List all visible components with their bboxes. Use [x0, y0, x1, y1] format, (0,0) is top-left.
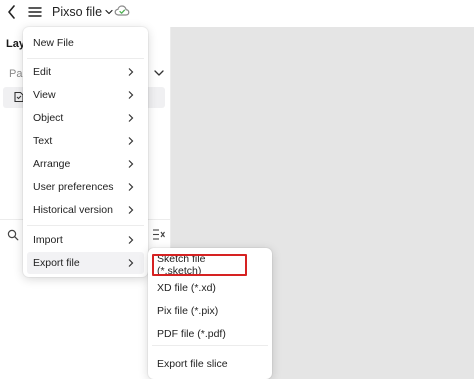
menu-item-edit[interactable]: Edit — [27, 61, 144, 83]
back-button[interactable] — [2, 2, 22, 22]
menu-item-label: Edit — [33, 66, 52, 78]
pixso-editor: Pixso file Layers Pages — [0, 0, 474, 379]
export-file-submenu: Sketch file (*.sketch) XD file (*.xd) Pi… — [148, 248, 272, 379]
chevron-right-icon — [128, 68, 134, 76]
menu-item-label: Historical version — [33, 204, 113, 216]
submenu-item-pix-file[interactable]: Pix file (*.pix) — [152, 300, 268, 322]
menu-item-view[interactable]: View — [27, 84, 144, 106]
menu-item-import[interactable]: Import — [27, 229, 144, 251]
submenu-item-label: PDF file (*.pdf) — [157, 328, 226, 340]
menu-item-label: Text — [33, 135, 53, 147]
submenu-item-label: Export file slice — [157, 358, 228, 370]
search-icon[interactable] — [7, 229, 19, 241]
menu-item-historical-version[interactable]: Historical version — [27, 199, 144, 221]
menu-item-new-file[interactable]: New File — [27, 32, 144, 54]
submenu-item-pdf-file[interactable]: PDF file (*.pdf) — [152, 323, 268, 345]
menu-item-export-file[interactable]: Export file — [27, 252, 144, 274]
submenu-item-sketch-file[interactable]: Sketch file (*.sketch) — [152, 253, 247, 277]
collapse-layers-icon[interactable] — [152, 228, 166, 241]
chevron-right-icon — [128, 259, 134, 267]
menu-item-text[interactable]: Text — [27, 130, 144, 152]
main-menu-dropdown: New File Edit View Object Text Arrange U… — [23, 27, 148, 277]
cloud-sync-icon[interactable] — [114, 4, 130, 18]
top-bar: Pixso file — [0, 0, 474, 26]
chevron-right-icon — [128, 91, 134, 99]
chevron-right-icon — [128, 236, 134, 244]
chevron-down-icon — [105, 9, 113, 15]
menu-divider — [27, 225, 144, 226]
menu-divider — [27, 58, 144, 59]
submenu-item-xd-file[interactable]: XD file (*.xd) — [152, 277, 268, 299]
chevron-right-icon — [128, 114, 134, 122]
menu-item-label: Import — [33, 234, 63, 246]
menu-item-label: Arrange — [33, 158, 71, 170]
menu-item-label: View — [33, 89, 56, 101]
submenu-item-label: Sketch file (*.sketch) — [157, 253, 206, 277]
menu-item-label: Export file — [33, 257, 80, 269]
submenu-item-label: Pix file (*.pix) — [157, 305, 219, 317]
file-name: Pixso file — [52, 5, 103, 19]
menu-item-label: New File — [33, 37, 74, 49]
chevron-right-icon — [128, 160, 134, 168]
menu-item-label: User preferences — [33, 181, 114, 193]
menu-item-label: Object — [33, 112, 64, 124]
menu-item-user-preferences[interactable]: User preferences — [27, 176, 144, 198]
chevron-right-icon — [128, 183, 134, 191]
submenu-item-export-file-slice[interactable]: Export file slice — [152, 353, 268, 375]
menu-item-object[interactable]: Object — [27, 107, 144, 129]
main-menu-button[interactable] — [25, 2, 45, 22]
submenu-divider — [152, 345, 268, 346]
submenu-item-label: XD file (*.xd) — [157, 282, 216, 294]
chevron-down-icon[interactable] — [152, 66, 166, 80]
chevron-right-icon — [128, 137, 134, 145]
hamburger-menu-icon — [28, 7, 42, 17]
menu-item-arrange[interactable]: Arrange — [27, 153, 144, 175]
chevron-right-icon — [128, 206, 134, 214]
back-arrow-icon — [8, 5, 15, 19]
file-name-dropdown[interactable]: Pixso file — [52, 3, 113, 21]
